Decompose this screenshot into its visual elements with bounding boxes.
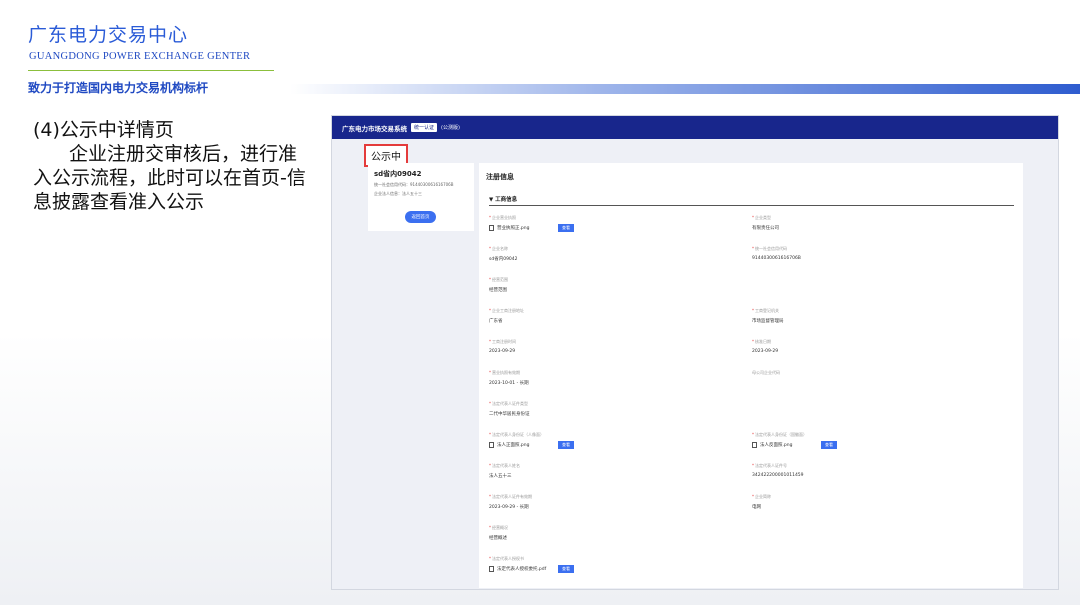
company-credit-code: 统一社会信用代码：9144030061616706B [374,182,454,187]
field-company-type: *企业类型 有限责任公司 [752,215,779,231]
section-divider [489,205,1014,206]
field-legal-id-no: *法定代表人证件号 342422200001011459 [752,463,804,478]
registration-title: 注册信息 [486,173,514,181]
field-legal-name: *法定代表人姓名 法人五十三 [489,463,520,479]
field-legal-id-back: *法定代表人身份证（国徽面） 法人反面照.png 查看 [752,431,962,449]
field-legal-id-front: *法定代表人身份证（人像面） 法人正面照.png 查看 [489,431,699,449]
company-legal-person: 企业法人信息：法人五十三 [374,191,422,196]
field-biz-license: *企业营业执照 营业执照正.png 查看 [489,214,699,232]
field-biz-term: *营业执照有效期 2023-10-01 - 长期 [489,370,529,386]
header-divider [28,70,274,71]
app-navbar: 广东电力市场交易系统 统一认证 (公测版) [332,116,1058,139]
image-file-icon [489,442,494,448]
field-parent-code: 母公司企业代码 [752,370,780,375]
field-reg-authority: *工商登记机关 市场监督管理局 [752,308,784,324]
field-approve-date: *核准日期 2023-09-29 [752,339,779,354]
field-credit-code: *统一社会信用代码 9144030061616706B [752,246,801,261]
field-brief: *经营概况 经营概述 [489,525,508,541]
field-legal-id-type: *法定代表人证件类型 二代中华居民身份证 [489,401,530,417]
registration-info-card: 注册信息 ▼ 工商信息 *企业营业执照 营业执照正.png 查看 *企业类型 有… [479,163,1023,588]
field-auth-letter: *法定代表人授权书 法定代表人授权委托.pdf 查看 [489,555,699,573]
image-file-icon [752,442,757,448]
view-button[interactable]: 查看 [558,565,574,573]
section-toggle-business-info[interactable]: ▼ 工商信息 [489,195,517,203]
company-card: sd省内09042 统一社会信用代码：9144030061616706B 企业法… [368,163,474,231]
file-name[interactable]: 法人反面照.png [760,442,818,448]
file-name[interactable]: 营业执照正.png [497,225,555,231]
app-nav-badge[interactable]: 统一认证 [411,123,438,132]
view-button[interactable]: 查看 [558,441,574,449]
org-name-en: GUANGDONG POWER EXCHANGE GENTER [29,51,251,62]
section-heading: (4)公示中详情页 [33,119,174,141]
image-file-icon [489,225,494,231]
description-text: 企业注册交审核后，进行准入公示流程，此时可以在首页-信息披露查看准入公示 [33,143,306,213]
company-name: sd省内09042 [374,170,422,178]
slogan: 致力于打造国内电力交易机构标杆 [28,81,209,95]
app-nav-version: (公测版) [441,125,460,131]
view-button[interactable]: 查看 [558,224,574,232]
field-company-short: *企业简称 电网 [752,494,771,510]
view-button[interactable]: 查看 [821,441,837,449]
field-reg-date: *工商注册时间 2023-09-29 [489,339,516,354]
description-block: (4)公示中详情页 企业注册交审核后，进行准入公示流程，此时可以在首页-信息披露… [33,118,308,214]
field-company-name: *企业名称 sd省内09042 [489,246,518,262]
app-nav-title[interactable]: 广东电力市场交易系统 [342,123,407,133]
file-name[interactable]: 法定代表人授权委托.pdf [497,566,555,572]
file-name[interactable]: 法人正面照.png [497,442,555,448]
field-legal-id-term: *法定代表人证件有效期 2023-09-29 - 长期 [489,494,532,510]
back-home-button[interactable]: 返回首页 [405,211,436,223]
org-name-cn: 广东电力交易中心 [28,24,189,46]
field-biz-scope: *经营范围 经营范围 [489,277,508,293]
field-reg-address: *企业工商注册地址 广东省 [489,308,524,324]
header-gradient-stripe [290,84,1080,94]
pdf-file-icon [489,566,494,572]
app-screenshot: 广东电力市场交易系统 统一认证 (公测版) 公示中 sd省内09042 统一社会… [331,115,1059,590]
